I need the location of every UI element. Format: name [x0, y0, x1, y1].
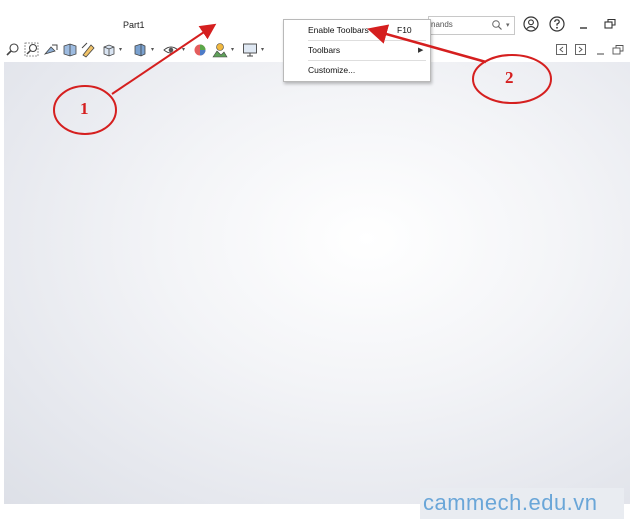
watermark: cammech.edu.vn: [420, 488, 624, 519]
callout-2-number: 2: [505, 68, 514, 87]
callout-1-number: 1: [80, 99, 89, 118]
callout-2-arrow: [367, 24, 487, 64]
watermark-text: cammech.edu.vn: [423, 490, 598, 515]
annotation-overlay: [53, 23, 552, 135]
callout-1-arrow: [111, 23, 217, 95]
